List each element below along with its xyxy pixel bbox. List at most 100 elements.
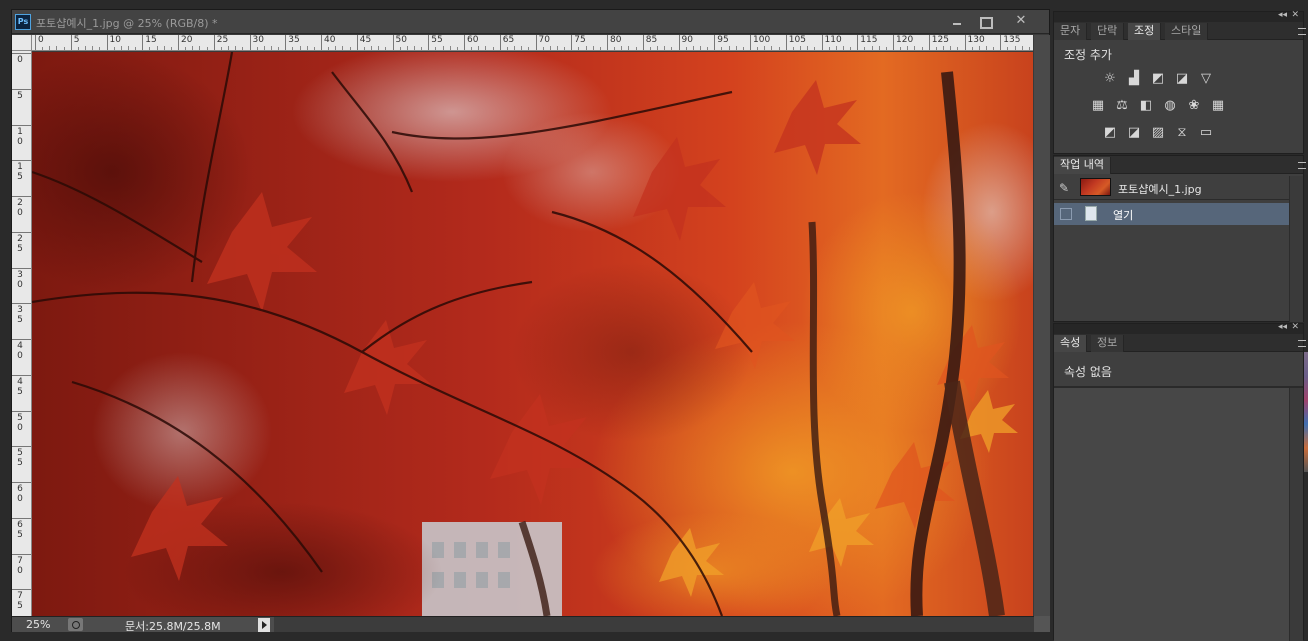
ruler-minor-tick xyxy=(378,46,380,50)
ruler-tick-label: 100 xyxy=(750,35,770,50)
ruler-minor-tick xyxy=(456,47,458,50)
photoshop-logo-icon: Ps xyxy=(15,14,31,30)
horizontal-scrollbar[interactable] xyxy=(274,617,1034,632)
vibrance-icon[interactable]: ▽ xyxy=(1198,72,1214,86)
properties-tabs: 속성 정보 xyxy=(1054,334,1306,352)
collapse-panels-icon[interactable]: ◂◂ xyxy=(1278,322,1287,332)
ruler-minor-tick xyxy=(828,47,830,50)
ruler-minor-tick xyxy=(864,47,866,50)
ruler-tick-label: 45 xyxy=(356,35,371,50)
tab-properties[interactable]: 속성 xyxy=(1054,335,1088,352)
ruler-minor-tick xyxy=(485,46,487,50)
ruler-minor-tick xyxy=(721,47,723,50)
dock-header[interactable]: ◂◂ ✕ xyxy=(1054,10,1303,22)
ruler-minor-tick xyxy=(556,46,558,50)
tab-styles[interactable]: 스타일 xyxy=(1165,23,1209,40)
ruler-minor-tick xyxy=(514,46,516,50)
history-brush-source-icon[interactable]: ✎ xyxy=(1059,181,1073,195)
ruler-tick-label: 15 xyxy=(12,160,31,182)
threshold-icon[interactable]: ▨ xyxy=(1150,126,1166,140)
ruler-minor-tick xyxy=(528,47,530,50)
image-canvas[interactable] xyxy=(32,52,1033,616)
hue-saturation-icon[interactable]: ▦ xyxy=(1090,99,1106,113)
history-tabs: 작업 내역 xyxy=(1054,156,1306,174)
vertical-scrollbar[interactable] xyxy=(1034,35,1050,616)
vertical-ruler[interactable]: 0 5 10 15 20 25 30 35 40 45 50 55 60 65 70 75 xyxy=(12,51,32,616)
ruler-tick-label: 70 xyxy=(12,553,31,576)
collapse-panels-icon[interactable]: ◂◂ xyxy=(1278,10,1287,20)
close-dock-icon[interactable]: ✕ xyxy=(1291,322,1299,332)
status-bar: 25% 문서:25.8M/25.8M xyxy=(12,616,1034,633)
ruler-minor-tick xyxy=(950,46,952,50)
exposure-icon[interactable]: ◪ xyxy=(1174,72,1190,86)
black-white-icon[interactable]: ◧ xyxy=(1138,99,1154,113)
photo-filter-icon[interactable]: ◍ xyxy=(1162,99,1178,113)
ruler-tick-label: 115 xyxy=(857,35,877,50)
ruler-tick-label: 40 xyxy=(321,35,335,50)
snapshot-thumbnail xyxy=(1080,178,1111,196)
maximize-button[interactable] xyxy=(975,13,995,29)
ruler-minor-tick xyxy=(614,47,616,50)
levels-icon[interactable]: ▟ xyxy=(1126,72,1142,86)
ruler-minor-tick xyxy=(478,46,480,50)
ruler-minor-tick xyxy=(564,47,566,50)
ruler-tick-label: 55 xyxy=(12,446,31,468)
ruler-minor-tick xyxy=(77,47,79,50)
close-dock-icon[interactable]: ✕ xyxy=(1291,10,1299,20)
ruler-minor-tick xyxy=(335,46,337,50)
properties-empty-text: 속성 없음 xyxy=(1064,365,1112,379)
ruler-minor-tick xyxy=(835,46,837,50)
ruler-minor-tick xyxy=(385,47,387,50)
ruler-minor-tick xyxy=(842,46,844,50)
ruler-minor-tick xyxy=(413,46,415,50)
ruler-tick-label: 95 xyxy=(714,35,729,50)
close-button[interactable]: ✕ xyxy=(1011,13,1031,29)
ruler-tick-label: 5 xyxy=(12,88,31,101)
ruler-tick-label: 10 xyxy=(106,35,121,50)
ruler-minor-tick xyxy=(371,46,373,50)
brightness-contrast-icon[interactable]: ☼ xyxy=(1102,72,1118,86)
zoom-level-field[interactable]: 25% xyxy=(26,618,50,631)
ruler-minor-tick xyxy=(585,46,587,50)
ruler-minor-tick xyxy=(735,46,737,50)
properties-scrollbar[interactable] xyxy=(1289,388,1303,641)
history-item-open[interactable]: 열기 xyxy=(1054,203,1289,225)
history-scrollbar[interactable] xyxy=(1289,176,1303,322)
invert-icon[interactable]: ◩ xyxy=(1102,126,1118,140)
status-info-icon[interactable] xyxy=(68,618,83,631)
status-menu-arrow-icon[interactable] xyxy=(258,618,270,632)
ruler-tick-label: 80 xyxy=(607,35,621,50)
ruler-minor-tick xyxy=(757,47,759,50)
color-balance-icon[interactable]: ⚖ xyxy=(1114,99,1130,113)
dock-header[interactable]: ◂◂ ✕ xyxy=(1054,322,1303,334)
tab-character[interactable]: 문자 xyxy=(1054,23,1088,40)
minimize-button[interactable] xyxy=(947,13,967,29)
selective-color-icon[interactable]: ⧖ xyxy=(1174,126,1190,140)
ruler-minor-tick xyxy=(449,46,451,50)
ruler-tick-label: 5 xyxy=(70,35,79,50)
ruler-tick-label: 0 xyxy=(35,35,44,50)
gradient-map-icon[interactable]: ▭ xyxy=(1198,126,1214,140)
adjustments-panel-group: ◂◂ ✕ 문자 단락 조정 스타일 조정 추가 ☼ ▟ ◩ ◪ ▽ ▦ ⚖ ◧ … xyxy=(1053,10,1306,154)
ruler-tick-label: 35 xyxy=(285,35,300,50)
tab-adjustments[interactable]: 조정 xyxy=(1128,23,1162,40)
tab-info[interactable]: 정보 xyxy=(1091,335,1125,352)
history-brush-checkbox[interactable] xyxy=(1060,208,1072,220)
posterize-icon[interactable]: ◪ xyxy=(1126,126,1142,140)
channel-mixer-icon[interactable]: ❀ xyxy=(1186,99,1202,113)
ruler-minor-tick xyxy=(621,46,623,50)
history-snapshot[interactable]: ✎ 포토샵예시_1.jpg xyxy=(1054,176,1289,200)
color-lookup-icon[interactable]: ▦ xyxy=(1210,99,1226,113)
tab-history[interactable]: 작업 내역 xyxy=(1054,157,1111,174)
ruler-minor-tick xyxy=(399,47,401,50)
curves-icon[interactable]: ◩ xyxy=(1150,72,1166,86)
history-item-label: 열기 xyxy=(1113,209,1134,222)
ruler-origin[interactable] xyxy=(12,35,32,51)
document-titlebar[interactable]: Ps 포토샵예시_1.jpg @ 25% (RGB/8) * ✕ xyxy=(12,10,1049,34)
document-size-text: 문서:25.8M/25.8M xyxy=(125,620,221,633)
horizontal-ruler[interactable]: 0 5 10 15 20 25 30 35 40 45 50 55 60 65 70 75 80 85 90 95 10… xyxy=(32,35,1033,51)
ruler-minor-tick xyxy=(878,46,880,50)
ruler-minor-tick xyxy=(349,47,351,50)
ruler-minor-tick xyxy=(263,46,265,50)
tab-paragraph[interactable]: 단락 xyxy=(1091,23,1125,40)
